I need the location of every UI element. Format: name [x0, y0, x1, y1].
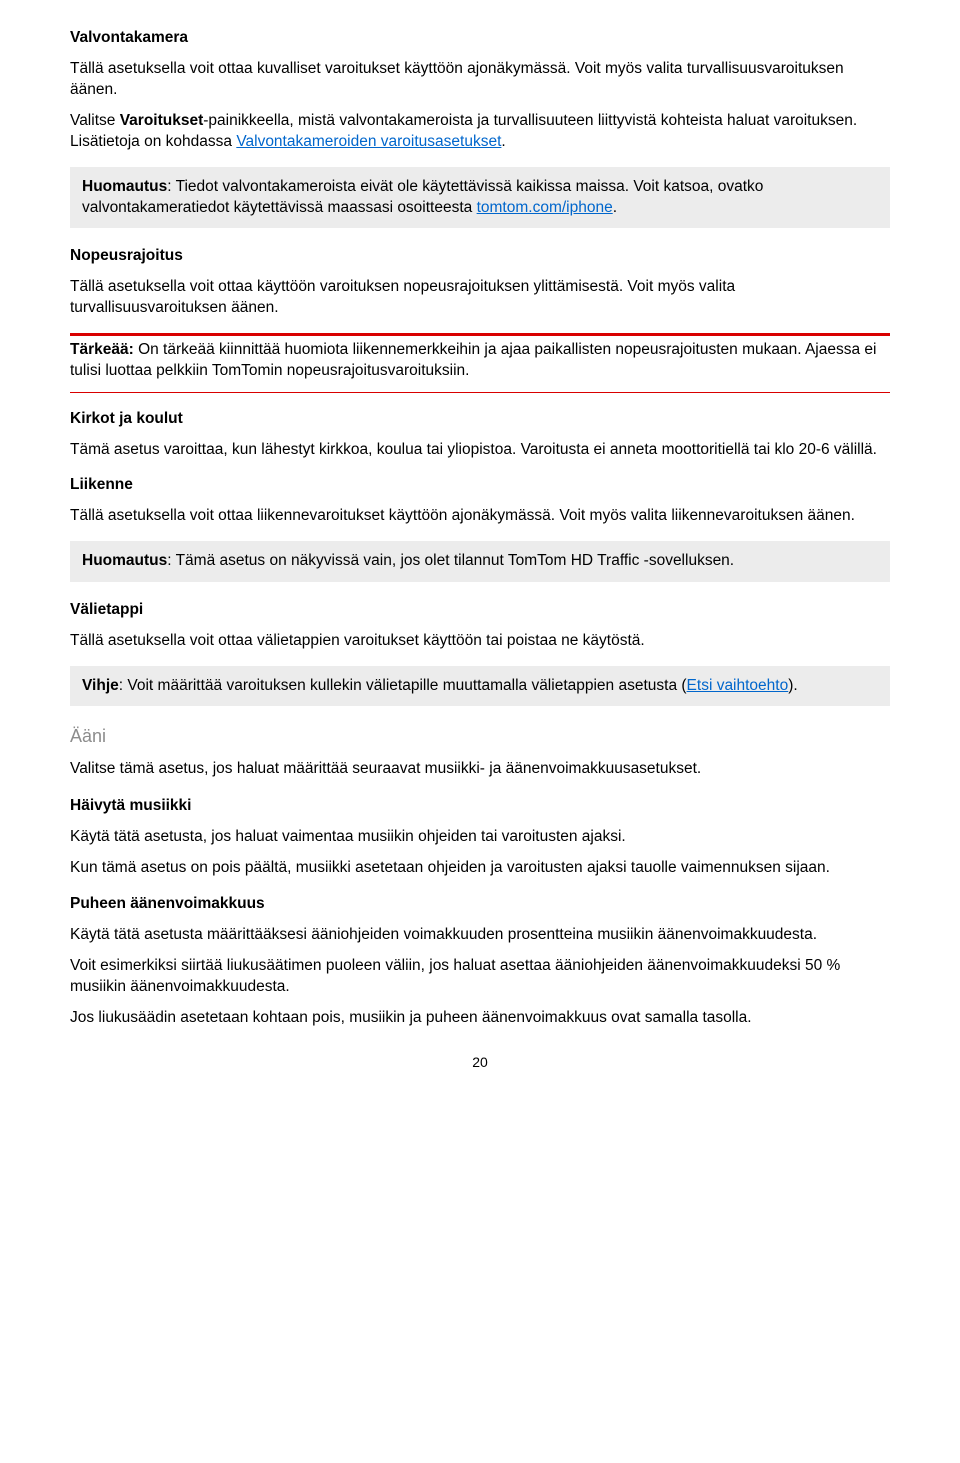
text-fragment: On tärkeää kiinnittää huomiota liikennem… — [70, 341, 876, 379]
text-fragment: . — [613, 199, 617, 216]
heading-aani: Ääni — [70, 724, 890, 748]
link-valvontakamera-asetukset[interactable]: Valvontakameroiden varoitusasetukset — [236, 133, 501, 150]
heading-nopeusrajoitus: Nopeusrajoitus — [70, 246, 890, 267]
important-block: Tärkeää: On tärkeää kiinnittää huomiota … — [70, 340, 890, 382]
heading-valvontakamera: Valvontakamera — [70, 28, 890, 49]
link-etsi-vaihtoehto[interactable]: Etsi vaihtoehto — [687, 677, 789, 694]
text-valvontakamera-1: Tällä asetuksella voit ottaa kuvalliset … — [70, 59, 890, 101]
link-tomtom-iphone[interactable]: tomtom.com/iphone — [477, 199, 613, 216]
text-nopeusrajoitus: Tällä asetuksella voit ottaa käyttöön va… — [70, 277, 890, 319]
text-puhe-3: Jos liukusäädin asetetaan kohtaan pois, … — [70, 1008, 890, 1029]
note-box-vihje: Vihje: Voit määrittää varoituksen kullek… — [70, 666, 890, 707]
section-kirkot: Kirkot ja koulut Tämä asetus varoittaa, … — [70, 409, 890, 461]
section-valvontakamera: Valvontakamera Tällä asetuksella voit ot… — [70, 28, 890, 153]
note-text: Vihje: Voit määrittää varoituksen kullek… — [82, 676, 878, 697]
page-number: 20 — [70, 1053, 890, 1072]
section-puhe: Puheen äänenvoimakkuus Käytä tätä asetus… — [70, 894, 890, 1029]
note-text: Huomautus: Tiedot valvontakameroista eiv… — [82, 177, 878, 219]
heading-haivyta: Häivytä musiikki — [70, 796, 890, 817]
section-nopeusrajoitus: Nopeusrajoitus Tällä asetuksella voit ot… — [70, 246, 890, 319]
text-aani: Valitse tämä asetus, jos haluat määrittä… — [70, 759, 890, 780]
text-valvontakamera-2: Valitse Varoitukset-painikkeella, mistä … — [70, 111, 890, 153]
text-kirkot: Tämä asetus varoittaa, kun lähestyt kirk… — [70, 440, 890, 461]
heading-kirkot: Kirkot ja koulut — [70, 409, 890, 430]
heading-valietappi: Välietappi — [70, 600, 890, 621]
divider-red-thick — [70, 333, 890, 336]
text-puhe-1: Käytä tätä asetusta määrittääksesi äänio… — [70, 925, 890, 946]
text-fragment: : Tämä asetus on näkyvissä vain, jos ole… — [167, 552, 734, 569]
text-haivyta-2: Kun tämä asetus on pois päältä, musiikki… — [70, 858, 890, 879]
note-box-huomautus-1: Huomautus: Tiedot valvontakameroista eiv… — [70, 167, 890, 229]
important-lead: Tärkeää: — [70, 341, 134, 358]
note-lead: Huomautus — [82, 552, 167, 569]
text-fragment: : Voit määrittää varoituksen kullekin vä… — [119, 677, 687, 694]
note-box-huomautus-2: Huomautus: Tämä asetus on näkyvissä vain… — [70, 541, 890, 582]
heading-liikenne: Liikenne — [70, 475, 890, 496]
section-liikenne: Liikenne Tällä asetuksella voit ottaa li… — [70, 475, 890, 527]
divider-red-thin — [70, 392, 890, 393]
text-puhe-2: Voit esimerkiksi siirtää liukusäätimen p… — [70, 956, 890, 998]
text-fragment: Valitse — [70, 112, 120, 129]
section-haivyta: Häivytä musiikki Käytä tätä asetusta, jo… — [70, 796, 890, 879]
text-haivyta-1: Käytä tätä asetusta, jos haluat vaimenta… — [70, 827, 890, 848]
note-text: Huomautus: Tämä asetus on näkyvissä vain… — [82, 551, 878, 572]
text-bold-fragment: Varoitukset — [120, 112, 204, 129]
heading-puhe: Puheen äänenvoimakkuus — [70, 894, 890, 915]
text-liikenne: Tällä asetuksella voit ottaa liikennevar… — [70, 506, 890, 527]
note-lead: Vihje — [82, 677, 119, 694]
note-lead: Huomautus — [82, 178, 167, 195]
text-fragment: : Tiedot valvontakameroista eivät ole kä… — [82, 178, 763, 216]
text-fragment: . — [501, 133, 505, 150]
text-fragment: ). — [788, 677, 797, 694]
text-valietappi: Tällä asetuksella voit ottaa välietappie… — [70, 631, 890, 652]
section-valietappi: Välietappi Tällä asetuksella voit ottaa … — [70, 600, 890, 652]
section-aani: Ääni Valitse tämä asetus, jos haluat mää… — [70, 724, 890, 779]
